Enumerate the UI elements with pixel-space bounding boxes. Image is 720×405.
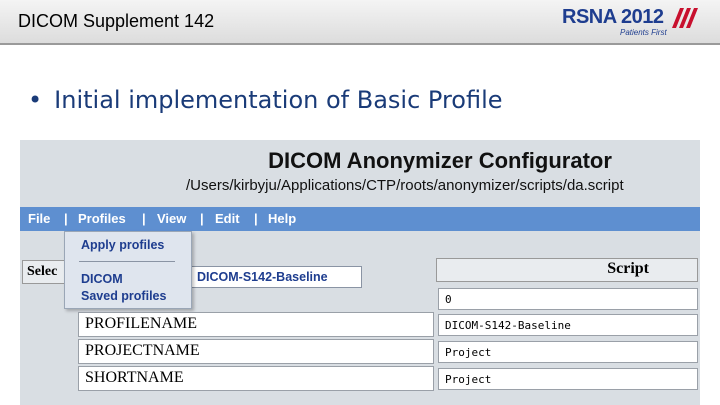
logo-stripes-icon xyxy=(672,8,698,28)
menu-view[interactable]: View xyxy=(157,211,186,226)
script-value-field[interactable]: Project xyxy=(438,341,698,363)
rsna-logo: RSNA 2012 Patients First xyxy=(560,6,700,40)
logo-tagline: Patients First xyxy=(620,28,667,37)
script-value-field[interactable]: DICOM-S142-Baseline xyxy=(438,314,698,336)
param-label: PROFILENAME xyxy=(78,312,434,337)
script-value-field[interactable]: Project xyxy=(438,368,698,390)
profile-name-field[interactable]: DICOM-S142-Baseline xyxy=(190,266,362,288)
param-label: PROJECTNAME xyxy=(78,339,434,364)
menu-file[interactable]: File xyxy=(28,211,50,226)
menu-dicom-profile[interactable]: DICOM xyxy=(81,272,123,286)
menu-bar: File | Profiles | View | Edit | Help xyxy=(20,207,700,231)
header-divider xyxy=(0,43,720,45)
script-path: /Users/kirbyju/Applications/CTP/roots/an… xyxy=(186,177,624,194)
dropdown-divider xyxy=(79,261,175,262)
app-screenshot: DICOM Anonymizer Configurator /Users/kir… xyxy=(20,140,700,405)
menu-separator: | xyxy=(254,211,258,226)
menu-separator: | xyxy=(142,211,146,226)
logo-text: RSNA 2012 xyxy=(562,6,664,28)
menu-saved-profiles[interactable]: Saved profiles xyxy=(81,289,166,303)
slide-title: DICOM Supplement 142 xyxy=(18,11,215,31)
select-tab[interactable]: Selec xyxy=(22,260,66,284)
bullet-icon: • xyxy=(28,86,43,114)
param-label: SHORTNAME xyxy=(78,366,434,391)
app-title: DICOM Anonymizer Configurator xyxy=(268,148,612,173)
menu-separator: | xyxy=(200,211,204,226)
menu-help[interactable]: Help xyxy=(268,211,296,226)
bullet-text: Initial implementation of Basic Profile xyxy=(54,86,503,114)
menu-profiles[interactable]: Profiles xyxy=(78,211,126,226)
menu-edit[interactable]: Edit xyxy=(215,211,240,226)
profiles-dropdown: Apply profiles DICOM Saved profiles xyxy=(64,231,192,309)
script-value-field[interactable]: 0 xyxy=(438,288,698,310)
script-column-header: Script xyxy=(436,258,698,282)
bullet-point: • Initial implementation of Basic Profile xyxy=(28,86,503,114)
menu-separator: | xyxy=(64,211,68,226)
slide-header: DICOM Supplement 142 RSNA 2012 Patients … xyxy=(0,0,720,44)
menu-apply-profiles[interactable]: Apply profiles xyxy=(81,238,164,252)
